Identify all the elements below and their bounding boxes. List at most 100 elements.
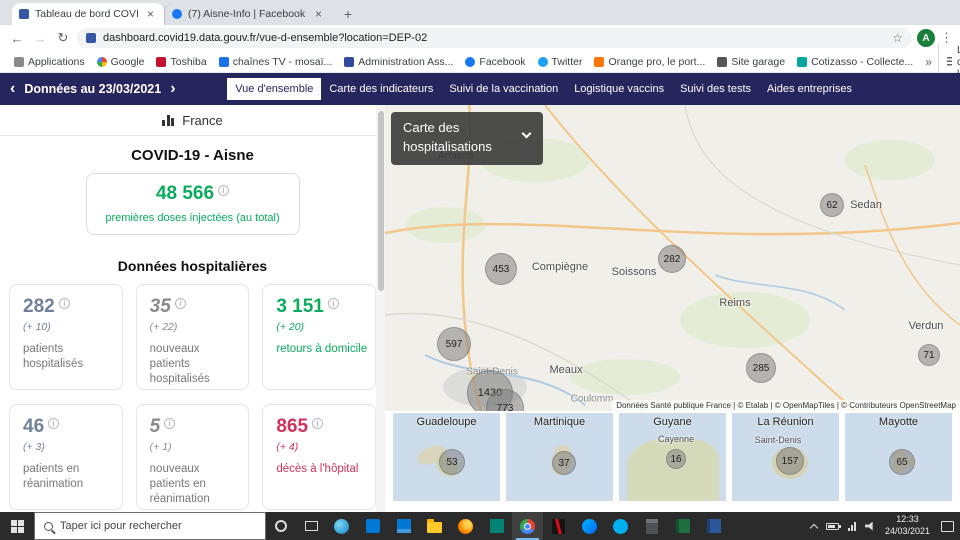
tab-vue-densemble[interactable]: Vue d'ensemble [227, 78, 321, 100]
app-skype[interactable] [605, 512, 636, 540]
app-excel[interactable] [667, 512, 698, 540]
bookmarks-bar: Applications Google Toshiba chaînes TV -… [0, 51, 960, 73]
bookmark-twitter[interactable]: Twitter [532, 54, 589, 70]
app-file-explorer[interactable] [419, 512, 450, 540]
map-bubble[interactable]: 285 [746, 353, 776, 383]
url-bar[interactable]: dashboard.covid19.data.gouv.fr/vue-d-ens… [77, 28, 912, 48]
stat-card-nouveaux-hospitalises: 35i (+ 22) nouveaux patients hospitalisé… [136, 284, 250, 390]
hidden-icons-icon[interactable] [810, 523, 818, 531]
map-bubble[interactable]: 282 [658, 245, 686, 273]
bookmark-cotizasso[interactable]: Cotizasso - Collecte... [791, 54, 919, 70]
tab-carte-des-indicateurs[interactable]: Carte des indicateurs [321, 78, 441, 100]
city-label: Soissons [612, 266, 657, 278]
tab-suivi-vaccination[interactable]: Suivi de la vaccination [441, 78, 566, 100]
bookmark-administration[interactable]: Administration Ass... [338, 54, 459, 70]
info-icon[interactable]: i [175, 298, 186, 309]
info-icon[interactable]: i [59, 298, 70, 309]
territory-name: La Réunion [732, 416, 839, 428]
app-mail[interactable] [388, 512, 419, 540]
page-title: COVID-19 - Aisne [0, 147, 385, 164]
info-icon[interactable]: i [48, 418, 59, 429]
tab-aides-entreprises[interactable]: Aides entreprises [759, 78, 860, 100]
bookmark-label: chaînes TV - mosaï... [233, 56, 333, 68]
bookmark-toshiba[interactable]: Toshiba [150, 54, 212, 70]
territory-la-reunion[interactable]: La Réunion Saint-Denis 157 [732, 413, 839, 501]
previous-day-button[interactable]: ‹ [10, 81, 15, 97]
tab-logistique-vaccins[interactable]: Logistique vaccins [566, 78, 672, 100]
app-firefox[interactable] [450, 512, 481, 540]
action-center-icon[interactable] [941, 521, 954, 532]
taskbar-search[interactable]: Taper ici pour rechercher [34, 512, 266, 540]
territory-bubble[interactable]: 37 [552, 451, 576, 475]
info-icon[interactable]: i [312, 418, 323, 429]
app-store[interactable] [357, 512, 388, 540]
back-icon[interactable]: ← [8, 31, 26, 46]
city-label: Coulomm [571, 394, 614, 405]
bookmark-google[interactable]: Google [91, 54, 151, 70]
territory-mayotte[interactable]: Mayotte 65 [845, 413, 952, 501]
battery-icon[interactable] [826, 523, 839, 530]
file-explorer-icon [427, 522, 442, 533]
volume-icon[interactable] [865, 522, 876, 531]
close-tab-icon[interactable]: × [312, 7, 325, 21]
netflix-icon [552, 519, 565, 534]
bookmark-chaines-tv[interactable]: chaînes TV - mosaï... [213, 54, 339, 70]
map-bubble[interactable]: 71 [918, 344, 940, 366]
hospitalisations-map[interactable]: Amiens Compiègne Soissons Reims Meaux Ve… [385, 105, 960, 411]
tab-suivi-des-tests[interactable]: Suivi des tests [672, 78, 759, 100]
date-navigator: ‹ Données au 23/03/2021 › [10, 81, 176, 97]
map-layer-dropdown[interactable]: Carte des hospitalisations [391, 112, 543, 165]
bookmark-label: Administration Ass... [358, 56, 453, 68]
browser-tab-dashboard[interactable]: Tableau de bord COVID-19 Suivi × [12, 3, 164, 25]
new-tab-button[interactable]: + [338, 4, 358, 24]
tab-strip: Tableau de bord COVID-19 Suivi × (7) Ais… [0, 0, 960, 25]
toshiba-icon [156, 57, 166, 67]
app-netflix[interactable] [543, 512, 574, 540]
bookmark-star-icon[interactable]: ☆ [892, 31, 903, 45]
url-text[interactable]: dashboard.covid19.data.gouv.fr/vue-d-ens… [103, 32, 885, 44]
bookmark-site-garage[interactable]: Site garage [711, 54, 791, 70]
city-label: Sedan [850, 199, 882, 211]
profile-avatar[interactable]: A [917, 29, 935, 47]
bookmark-orange-pro[interactable]: Orange pro, le port... [588, 54, 711, 70]
territory-bubble[interactable]: 157 [776, 447, 804, 475]
taskbar-clock[interactable]: 12:33 24/03/2021 [885, 514, 930, 537]
city-label: Cayenne [658, 434, 694, 444]
city-label: Reims [719, 297, 750, 309]
site-favicon-icon [86, 33, 96, 43]
map-bubble[interactable]: 453 [485, 253, 517, 285]
bookmark-applications[interactable]: Applications [8, 54, 91, 70]
reload-icon[interactable]: ↻ [54, 30, 72, 46]
tab-title: Tableau de bord COVID-19 Suivi [35, 8, 138, 20]
territory-bubble[interactable]: 65 [889, 449, 915, 475]
close-tab-icon[interactable]: × [144, 7, 157, 21]
start-button[interactable] [0, 512, 34, 540]
bookmarks-overflow-icon[interactable]: » [919, 55, 938, 69]
info-icon[interactable]: i [218, 185, 229, 196]
territory-guyane[interactable]: Guyane Cayenne 16 [619, 413, 726, 501]
next-day-button[interactable]: › [170, 81, 175, 97]
app-messenger[interactable] [574, 512, 605, 540]
scrollbar-thumb[interactable] [378, 111, 384, 291]
territory-bubble[interactable]: 53 [439, 449, 465, 475]
app-chrome[interactable] [512, 512, 543, 540]
map-bubble[interactable]: 597 [437, 327, 471, 361]
browser-tab-facebook[interactable]: (7) Aisne-Info | Facebook × [164, 3, 332, 25]
territory-martinique[interactable]: Martinique 37 [506, 413, 613, 501]
territory-guadeloupe[interactable]: Guadeloupe 53 [393, 413, 500, 501]
region-selector[interactable]: France [0, 105, 385, 136]
info-icon[interactable]: i [328, 298, 339, 309]
app-bing[interactable] [481, 512, 512, 540]
territory-bubble[interactable]: 16 [666, 449, 686, 469]
app-word[interactable] [698, 512, 729, 540]
app-calculator[interactable] [636, 512, 667, 540]
network-icon[interactable] [848, 522, 856, 531]
app-edge[interactable] [326, 512, 357, 540]
task-view-button[interactable] [296, 512, 326, 540]
forward-icon[interactable]: → [31, 31, 49, 46]
administration-icon [344, 57, 354, 67]
map-bubble[interactable]: 62 [820, 193, 844, 217]
info-icon[interactable]: i [164, 418, 175, 429]
bookmark-facebook[interactable]: Facebook [459, 54, 531, 70]
cortana-button[interactable] [266, 512, 296, 540]
